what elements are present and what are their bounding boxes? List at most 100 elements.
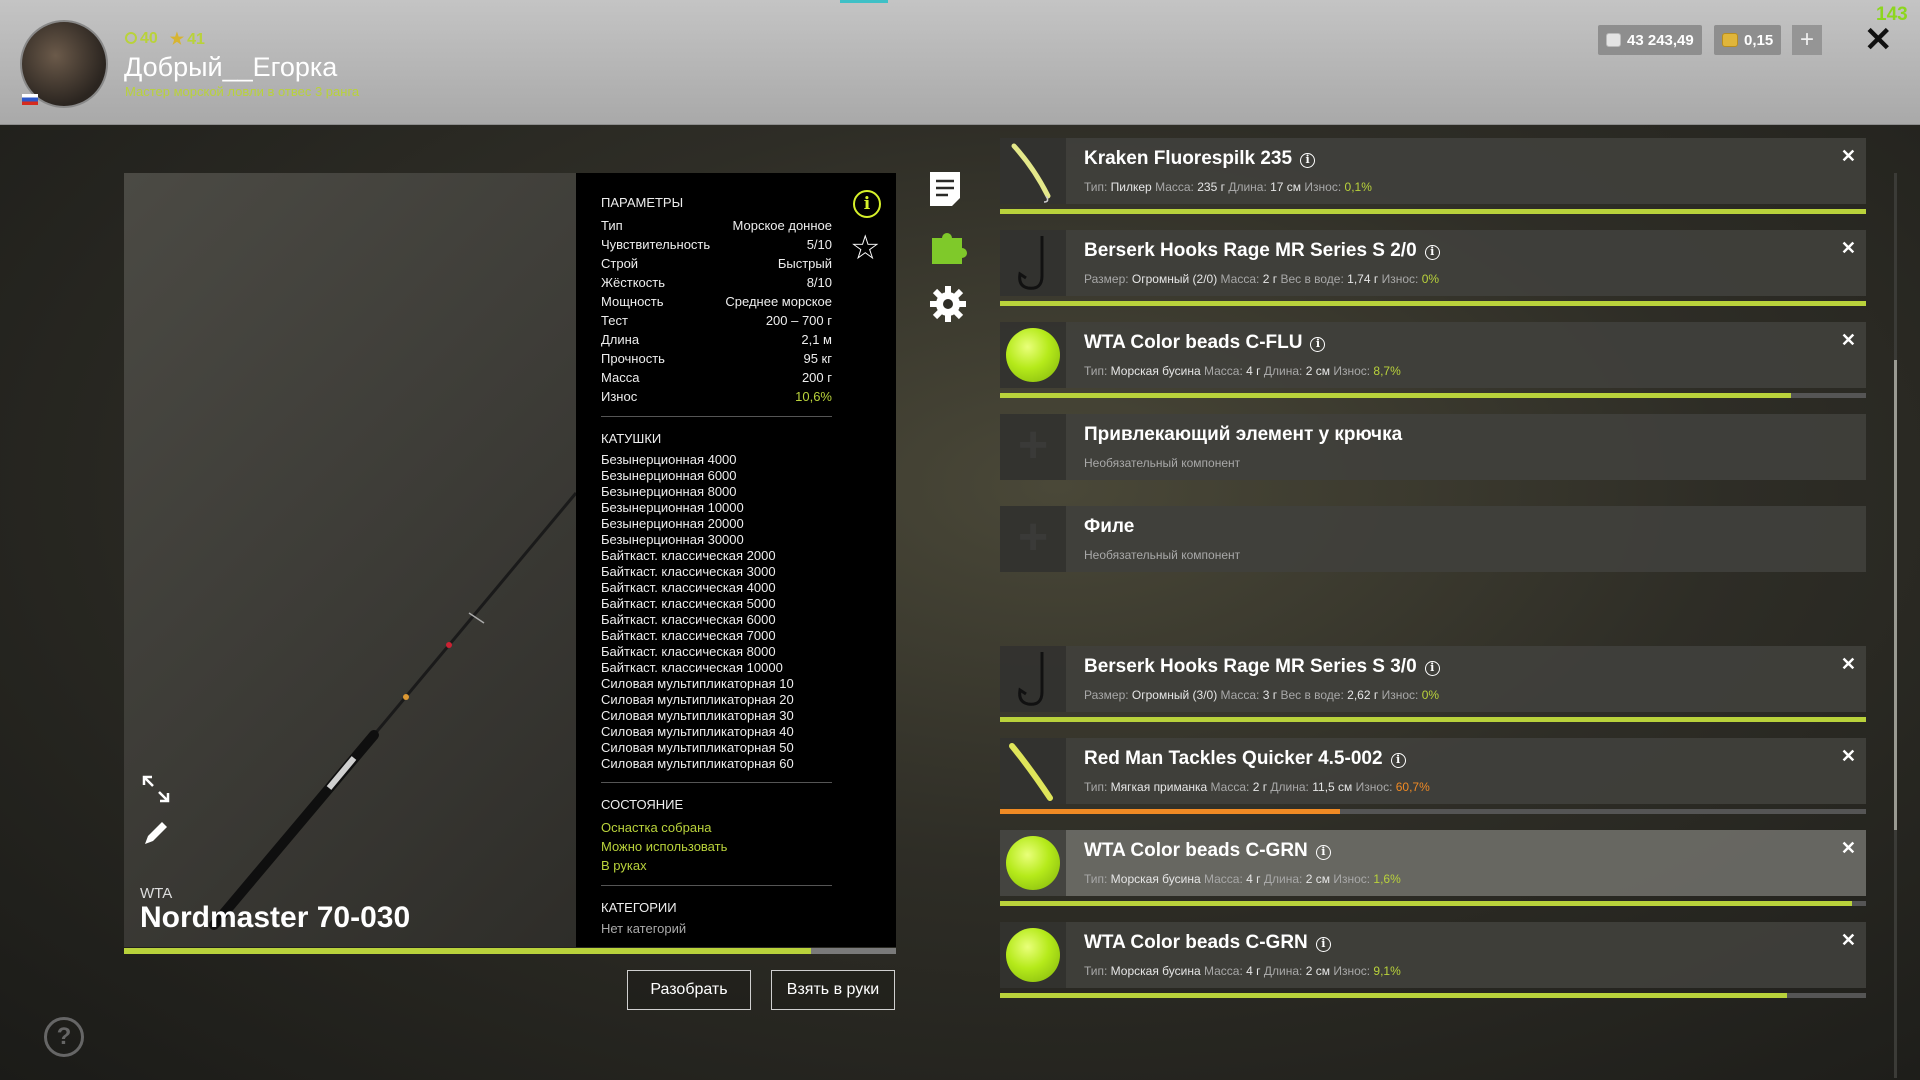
divider [601, 782, 832, 783]
favorite-star-icon[interactable]: ☆ [850, 228, 880, 268]
reel-item: Безынерционная 20000 [601, 516, 744, 531]
remove-icon[interactable]: ✕ [1841, 146, 1856, 167]
silver-value: 43 243,49 [1627, 31, 1694, 49]
param-row: Мощность Среднее морское [601, 292, 832, 311]
reel-item: Безынерционная 6000 [601, 468, 737, 483]
param-label: Длина [601, 332, 640, 347]
close-icon[interactable]: ✕ [1864, 20, 1893, 60]
wear-bar-fill [1000, 809, 1341, 814]
component-details: Тип: Морская бусина Масса: 4 г Длина: 2 … [1084, 872, 1401, 886]
reel-item: Силовая мультипликаторная 20 [601, 692, 794, 707]
state-item: Оснастка собрана [601, 820, 712, 835]
help-icon[interactable]: ? [44, 1017, 84, 1057]
state-item: Можно использовать [601, 839, 728, 854]
expand-icon[interactable] [140, 773, 172, 805]
puzzle-icon[interactable] [928, 228, 968, 268]
bead-icon [1000, 322, 1066, 388]
detail-value: Огромный (2/0) [1131, 272, 1218, 286]
param-row: Длина 2,1 м [601, 330, 832, 349]
disassemble-button[interactable]: Разобрать [627, 970, 751, 1010]
info-icon[interactable]: i [1315, 845, 1331, 860]
component-slot[interactable]: Red Man Tackles Quicker 4.5-002 i Тип: Мяг… [1000, 738, 1866, 804]
info-icon[interactable]: i [1424, 661, 1440, 676]
wear-bar [1000, 393, 1866, 398]
wear-value: 0% [1421, 688, 1440, 702]
param-label: Жёсткость [601, 275, 665, 290]
add-component-icon[interactable]: + [1000, 506, 1066, 572]
detail-value: 2 г [1262, 272, 1278, 286]
rod-image [209, 492, 576, 930]
detail-value: 4 г [1246, 872, 1261, 886]
detail-value: Огромный (3/0) [1131, 688, 1218, 702]
param-row: Тип Морское донное [601, 216, 832, 235]
take-in-hands-button[interactable]: Взять в руки [771, 970, 895, 1010]
gear-icon[interactable] [928, 284, 968, 324]
wear-label: Износ: [1333, 964, 1374, 978]
component-slot[interactable]: Kraken Fluorespilk 235 i Тип: Пилкер Масса… [1000, 138, 1866, 204]
scrollbar-thumb[interactable] [1894, 360, 1897, 830]
detail-label: Масса: [1155, 180, 1198, 194]
username: Добрый__Егорка [124, 52, 338, 82]
detail-value: 3 г [1262, 688, 1278, 702]
detail-label: Тип: [1084, 872, 1111, 886]
component-slot[interactable]: Berserk Hooks Rage MR Series S 3/0 i Разме… [1000, 646, 1866, 712]
info-icon[interactable]: i [1315, 937, 1331, 952]
component-slot[interactable]: + Привлекающий элемент у крючка Необязател… [1000, 414, 1866, 480]
remove-icon[interactable]: ✕ [1841, 838, 1856, 859]
info-icon[interactable]: i [1390, 753, 1406, 768]
param-row: Чувствительность 5/10 [601, 235, 832, 254]
component-details: Тип: Мягкая приманка Масса: 2 г Длина: 1… [1084, 780, 1430, 794]
detail-label: Масса: [1220, 688, 1263, 702]
param-value: 10,6% [795, 389, 832, 404]
detail-label: Длина: [1270, 780, 1313, 794]
param-label: Мощность [601, 294, 664, 309]
component-title: WTA Color beads C-GRN i [1084, 840, 1331, 862]
component-slot[interactable]: WTA Color beads C-FLU i Тип: Морская бусин… [1000, 322, 1866, 388]
flag-icon [22, 94, 38, 105]
bead-image [1006, 836, 1060, 890]
info-icon[interactable]: i [853, 190, 881, 218]
silver-coin-icon [1606, 33, 1621, 47]
param-value: Среднее морское [725, 294, 832, 309]
categories-title: КАТЕГОРИИ [601, 900, 677, 915]
pencil-icon[interactable] [140, 817, 172, 849]
detail-value: 2 см [1305, 872, 1330, 886]
param-value: 5/10 [806, 237, 832, 252]
wear-value: 60,7% [1395, 780, 1430, 794]
add-component-icon[interactable]: + [1000, 414, 1066, 480]
rating-value: 41 [187, 31, 205, 48]
rod-preview[interactable]: WTA Nordmaster 70-030 [124, 173, 576, 947]
detail-value: 17 см [1270, 180, 1302, 194]
remove-icon[interactable]: ✕ [1841, 330, 1856, 351]
detail-label: Размер: [1084, 272, 1132, 286]
info-icon[interactable]: i [1300, 153, 1316, 168]
pilker-icon [1000, 138, 1066, 204]
component-slot[interactable]: Berserk Hooks Rage MR Series S 2/0 i Разме… [1000, 230, 1866, 296]
param-label: Тест [601, 313, 628, 328]
reel-item: Байткаст. классическая 2000 [601, 548, 776, 563]
wear-label: Износ: [1304, 180, 1345, 194]
rod-brand: WTA [140, 885, 173, 902]
component-slot[interactable]: WTA Color beads C-GRN i Тип: Морская бусин… [1000, 830, 1866, 896]
detail-label: Вес в воде: [1280, 688, 1348, 702]
component-slot[interactable]: WTA Color beads C-GRN i Тип: Морская бусин… [1000, 922, 1866, 988]
remove-icon[interactable]: ✕ [1841, 746, 1856, 767]
rating-star-icon: ★ [169, 31, 185, 48]
optional-note: Необязательный компонент [1084, 456, 1241, 470]
component-details: Тип: Морская бусина Масса: 4 г Длина: 2 … [1084, 364, 1401, 378]
remove-icon[interactable]: ✕ [1841, 654, 1856, 675]
remove-icon[interactable]: ✕ [1841, 930, 1856, 951]
wear-value: 8,7% [1373, 364, 1401, 378]
detail-value: 1,74 г [1347, 272, 1379, 286]
component-name: WTA Color beads C-FLU [1084, 332, 1303, 353]
info-icon[interactable]: i [1310, 337, 1326, 352]
component-slot[interactable]: + Филе Необязательный компонент [1000, 506, 1866, 572]
add-currency-button[interactable]: + [1792, 25, 1822, 55]
detail-value: 4 г [1246, 964, 1261, 978]
detail-value: Мягкая приманка [1110, 780, 1208, 794]
detail-label: Длина: [1263, 364, 1306, 378]
remove-icon[interactable]: ✕ [1841, 238, 1856, 259]
document-icon[interactable] [928, 170, 962, 208]
info-icon[interactable]: i [1424, 245, 1440, 260]
param-label: Прочность [601, 351, 665, 366]
